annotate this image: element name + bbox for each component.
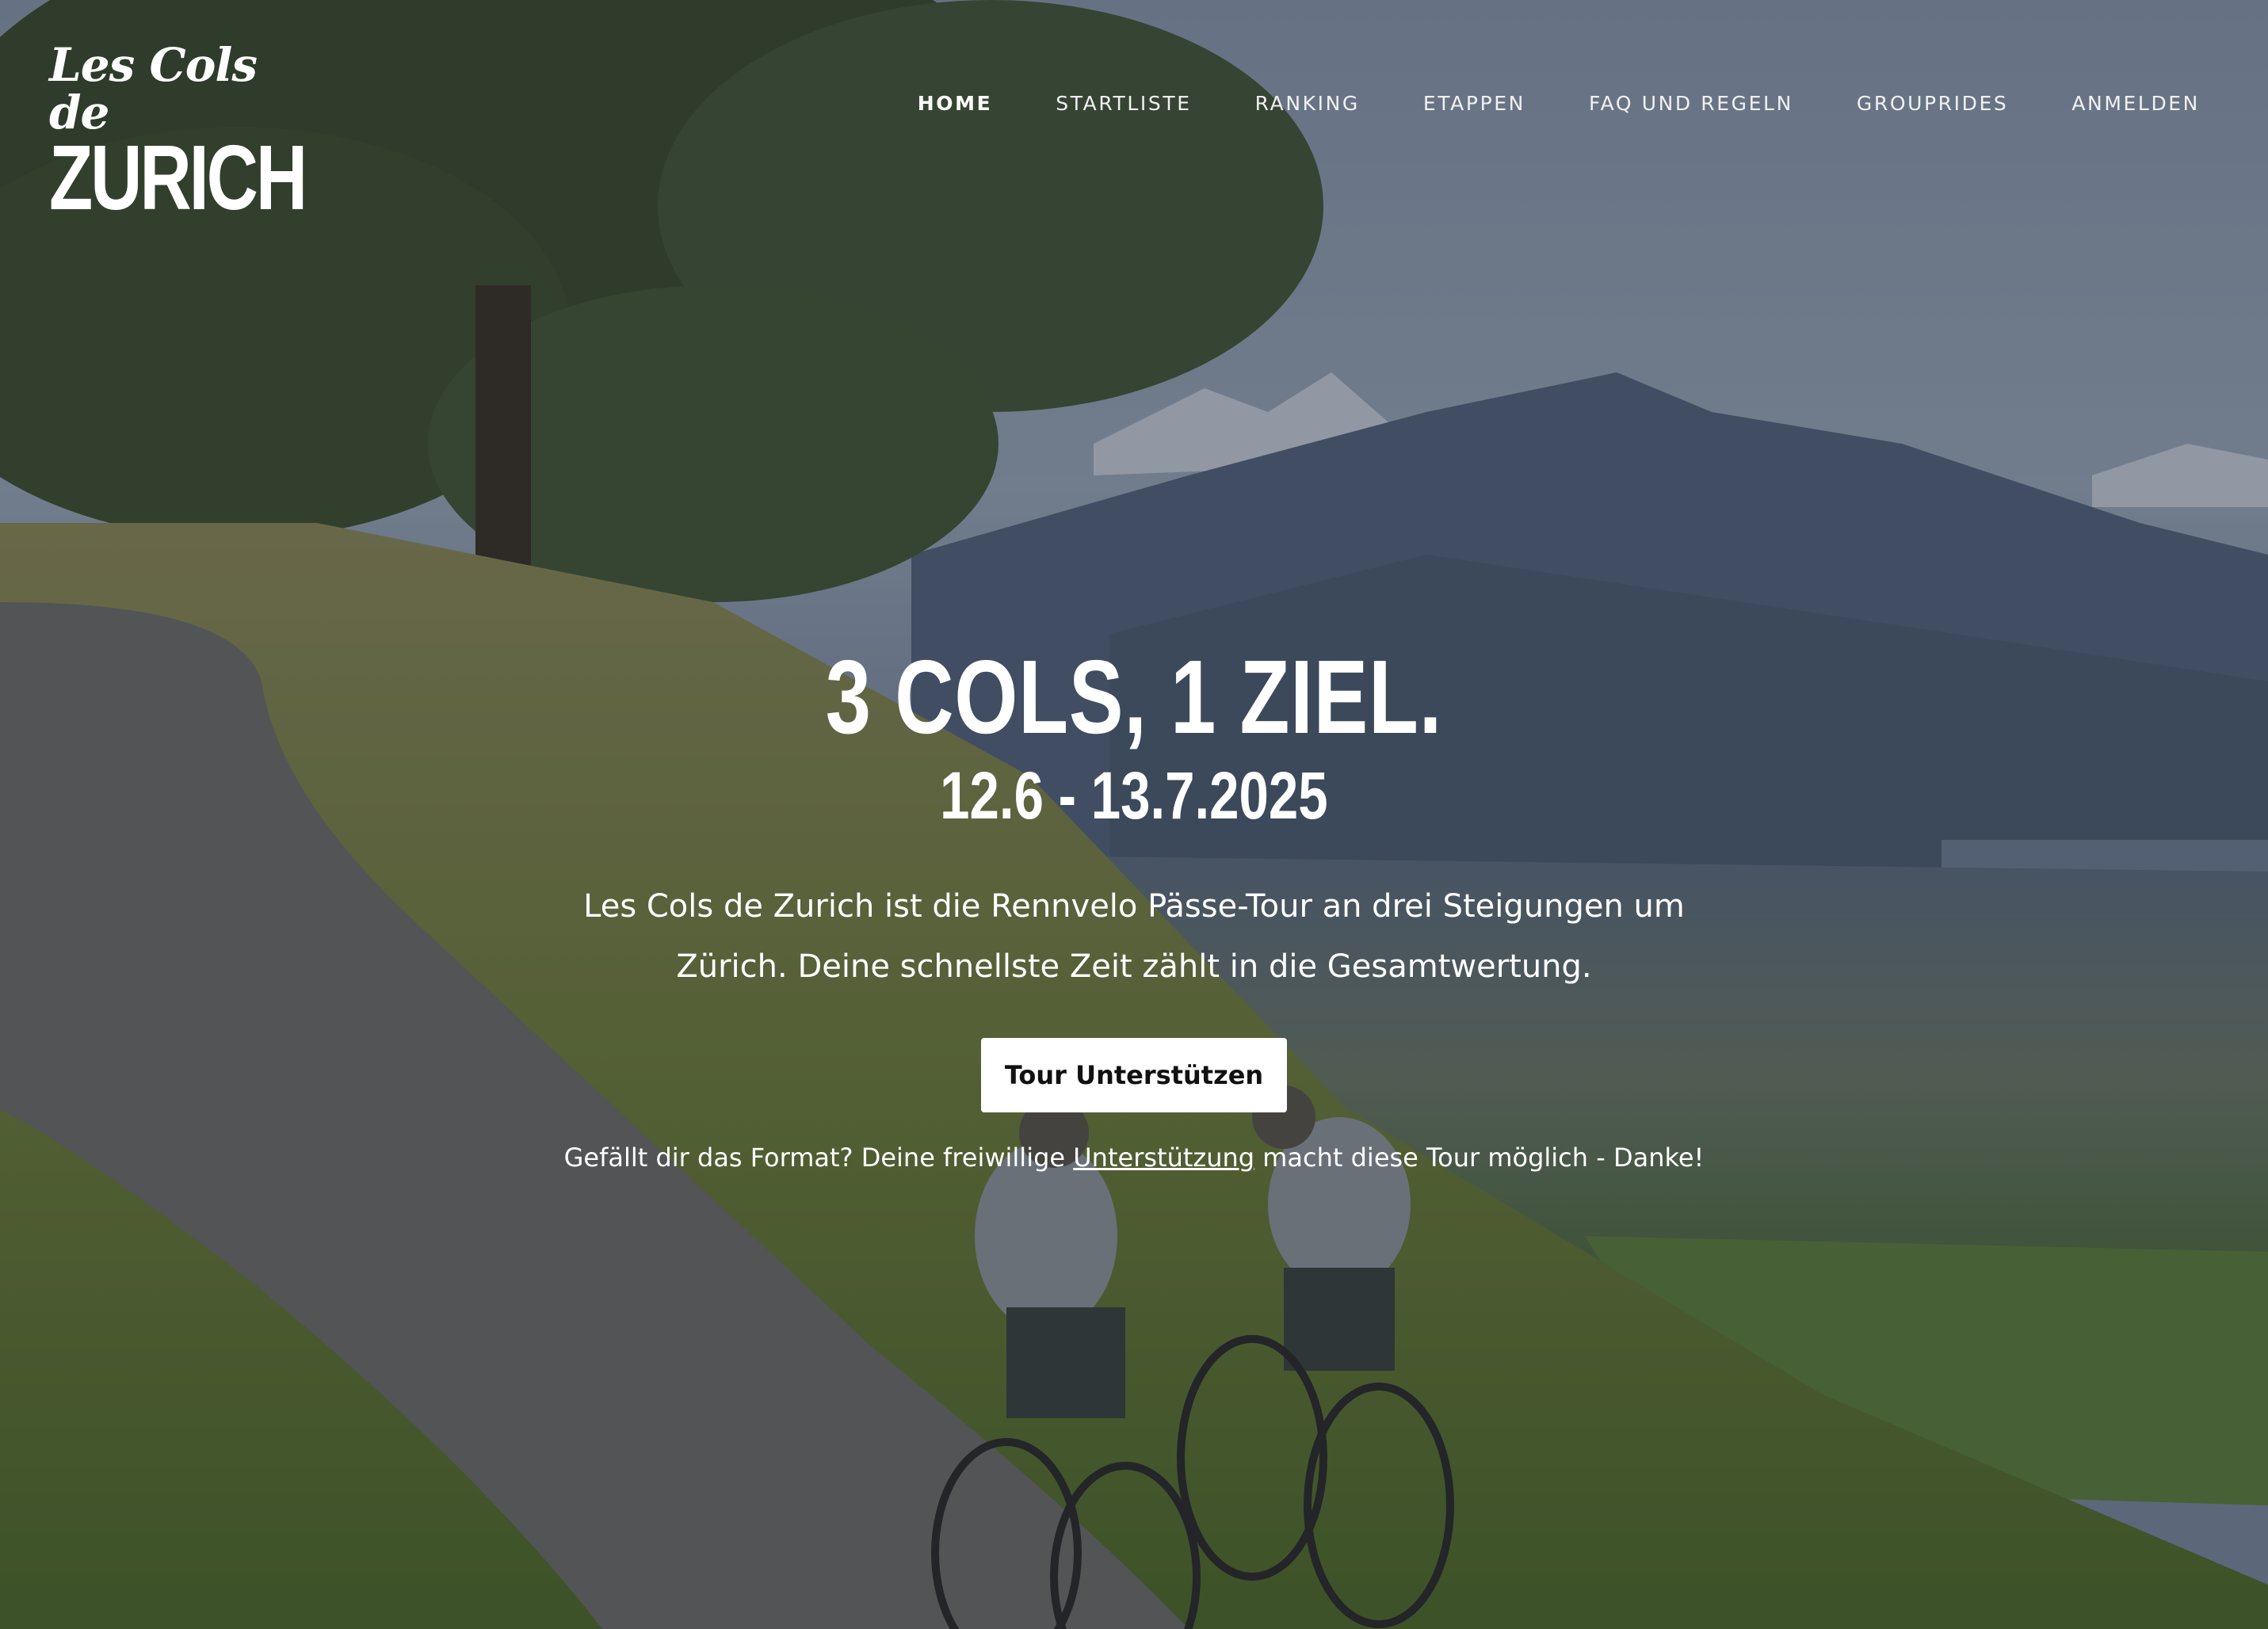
nav-item-faq-und-regeln[interactable]: FAQ UND REGELN	[1589, 92, 1793, 115]
support-link[interactable]: Unterstützung	[1073, 1143, 1254, 1173]
nav-item-etappen[interactable]: ETAPPEN	[1423, 92, 1525, 115]
hero-headline: 3 COLS, 1 ZIEL.	[825, 639, 1443, 755]
nav-item-ranking[interactable]: RANKING	[1255, 92, 1360, 115]
hero-description: Les Cols de Zurich ist die Rennvelo Päss…	[583, 888, 1685, 985]
nav-item-home[interactable]: HOME	[918, 92, 993, 115]
main-navigation: HOME STARTLISTE RANKING ETAPPEN FAQ UND …	[854, 92, 2200, 115]
logo-main-text: ZURICH	[49, 126, 307, 229]
support-note-before: Gefällt dir das Format? Deine freiwillig…	[563, 1143, 1074, 1173]
support-tour-button[interactable]: Tour Unterstützen	[980, 1038, 1288, 1112]
logo-script-text: Les Cols de	[49, 38, 258, 139]
nav-item-startliste[interactable]: STARTLISTE	[1056, 92, 1191, 115]
event-dates: 12.6 - 13.7.2025	[0, 756, 2268, 835]
nav-item-anmelden[interactable]: ANMELDEN	[2071, 92, 2200, 115]
nav-item-grouprides[interactable]: GROUPRIDES	[1857, 92, 2008, 115]
site-logo[interactable]: Les Cols de ZURICH	[49, 38, 307, 229]
hero-section: Les Cols de ZURICH HOME STARTLISTE RANKI…	[0, 0, 2268, 1629]
support-note: Gefällt dir das Format? Deine freiwillig…	[0, 1143, 2268, 1173]
event-dates-text: 12.6 - 13.7.2025	[940, 758, 1328, 833]
support-note-after: macht diese Tour möglich - Danke!	[1254, 1143, 1705, 1173]
hero-content: 3 COLS, 1 ZIEL. 12.6 - 13.7.2025 Les Col…	[0, 642, 2268, 1173]
